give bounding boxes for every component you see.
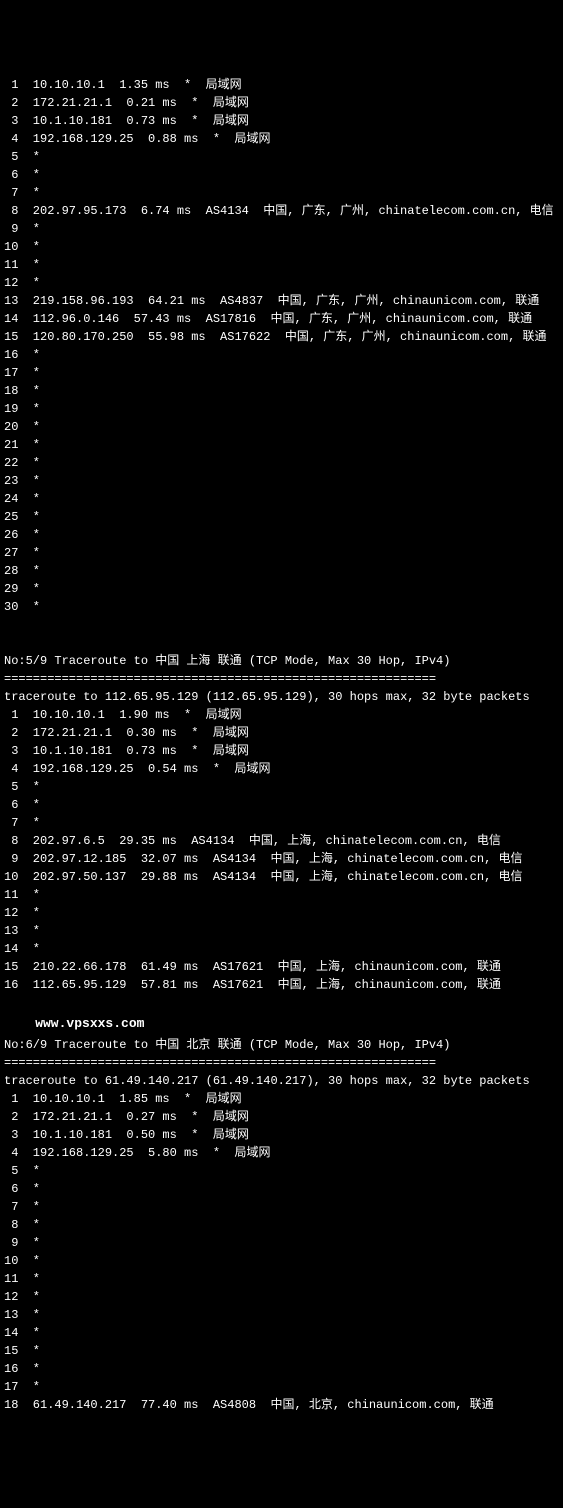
terminal-line: 16 112.65.95.129 57.81 ms AS17621 中国, 上海…: [4, 976, 559, 994]
terminal-line: 11 *: [4, 1270, 559, 1288]
terminal-line: No:5/9 Traceroute to 中国 上海 联通 (TCP Mode,…: [4, 652, 559, 670]
terminal-line: 6 *: [4, 1180, 559, 1198]
terminal-line: 1 10.10.10.1 1.35 ms * 局域网: [4, 76, 559, 94]
terminal-line: 7 *: [4, 814, 559, 832]
terminal-line: No:6/9 Traceroute to 中国 北京 联通 (TCP Mode,…: [4, 1036, 559, 1054]
terminal-line: 2 172.21.21.1 0.30 ms * 局域网: [4, 724, 559, 742]
terminal-line: 11 *: [4, 256, 559, 274]
terminal-line: 11 *: [4, 886, 559, 904]
terminal-line: 14 *: [4, 940, 559, 958]
terminal-line: 1 10.10.10.1 1.85 ms * 局域网: [4, 1090, 559, 1108]
terminal-line: 18 61.49.140.217 77.40 ms AS4808 中国, 北京,…: [4, 1396, 559, 1414]
terminal-line: 4 192.168.129.25 0.54 ms * 局域网: [4, 760, 559, 778]
terminal-line: 6 *: [4, 166, 559, 184]
terminal-line: 18 *: [4, 382, 559, 400]
terminal-line: 4 192.168.129.25 0.88 ms * 局域网: [4, 130, 559, 148]
terminal-line: [4, 634, 559, 652]
terminal-line: 10 *: [4, 238, 559, 256]
terminal-line: 16 *: [4, 1360, 559, 1378]
terminal-line: 24 *: [4, 490, 559, 508]
terminal-line: [4, 616, 559, 634]
terminal-line: 28 *: [4, 562, 559, 580]
terminal-line: 26 *: [4, 526, 559, 544]
watermark: www.vpsxxs.com: [4, 1012, 559, 1036]
terminal-line: 5 *: [4, 778, 559, 796]
terminal-line: 15 120.80.170.250 55.98 ms AS17622 中国, 广…: [4, 328, 559, 346]
terminal-line: 1 10.10.10.1 1.90 ms * 局域网: [4, 706, 559, 724]
terminal-line: 14 112.96.0.146 57.43 ms AS17816 中国, 广东,…: [4, 310, 559, 328]
terminal-line: 21 *: [4, 436, 559, 454]
terminal-line: 7 *: [4, 184, 559, 202]
terminal-line: 3 10.1.10.181 0.73 ms * 局域网: [4, 112, 559, 130]
terminal-line: 25 *: [4, 508, 559, 526]
terminal-line: 22 *: [4, 454, 559, 472]
terminal-line: 4 192.168.129.25 5.80 ms * 局域网: [4, 1144, 559, 1162]
terminal-line: 5 *: [4, 1162, 559, 1180]
terminal-line: 30 *: [4, 598, 559, 616]
terminal-line: 13 *: [4, 922, 559, 940]
terminal-line: 29 *: [4, 580, 559, 598]
terminal-line: 10 *: [4, 1252, 559, 1270]
terminal-line: 15 *: [4, 1342, 559, 1360]
terminal-line: 13 219.158.96.193 64.21 ms AS4837 中国, 广东…: [4, 292, 559, 310]
terminal-line: ========================================…: [4, 670, 559, 688]
terminal-output: 1 10.10.10.1 1.35 ms * 局域网 2 172.21.21.1…: [4, 76, 559, 1414]
terminal-line: 5 *: [4, 148, 559, 166]
terminal-line: 3 10.1.10.181 0.73 ms * 局域网: [4, 742, 559, 760]
terminal-line: 3 10.1.10.181 0.50 ms * 局域网: [4, 1126, 559, 1144]
terminal-line: 8 202.97.6.5 29.35 ms AS4134 中国, 上海, chi…: [4, 832, 559, 850]
terminal-line: 27 *: [4, 544, 559, 562]
terminal-line: 9 *: [4, 1234, 559, 1252]
terminal-line: 16 *: [4, 346, 559, 364]
terminal-line: [4, 994, 559, 1012]
terminal-line: 14 *: [4, 1324, 559, 1342]
terminal-line: 13 *: [4, 1306, 559, 1324]
terminal-line: traceroute to 112.65.95.129 (112.65.95.1…: [4, 688, 559, 706]
terminal-line: 12 *: [4, 904, 559, 922]
terminal-line: 20 *: [4, 418, 559, 436]
terminal-line: 17 *: [4, 1378, 559, 1396]
terminal-line: 10 202.97.50.137 29.88 ms AS4134 中国, 上海,…: [4, 868, 559, 886]
terminal-line: 19 *: [4, 400, 559, 418]
terminal-line: ========================================…: [4, 1054, 559, 1072]
terminal-line: 8 202.97.95.173 6.74 ms AS4134 中国, 广东, 广…: [4, 202, 559, 220]
terminal-line: 12 *: [4, 1288, 559, 1306]
terminal-line: 15 210.22.66.178 61.49 ms AS17621 中国, 上海…: [4, 958, 559, 976]
terminal-line: 12 *: [4, 274, 559, 292]
terminal-line: 17 *: [4, 364, 559, 382]
terminal-line: 6 *: [4, 796, 559, 814]
terminal-line: 7 *: [4, 1198, 559, 1216]
terminal-line: 2 172.21.21.1 0.21 ms * 局域网: [4, 94, 559, 112]
terminal-line: 8 *: [4, 1216, 559, 1234]
terminal-line: traceroute to 61.49.140.217 (61.49.140.2…: [4, 1072, 559, 1090]
terminal-line: 23 *: [4, 472, 559, 490]
terminal-line: 9 202.97.12.185 32.07 ms AS4134 中国, 上海, …: [4, 850, 559, 868]
terminal-line: 9 *: [4, 220, 559, 238]
